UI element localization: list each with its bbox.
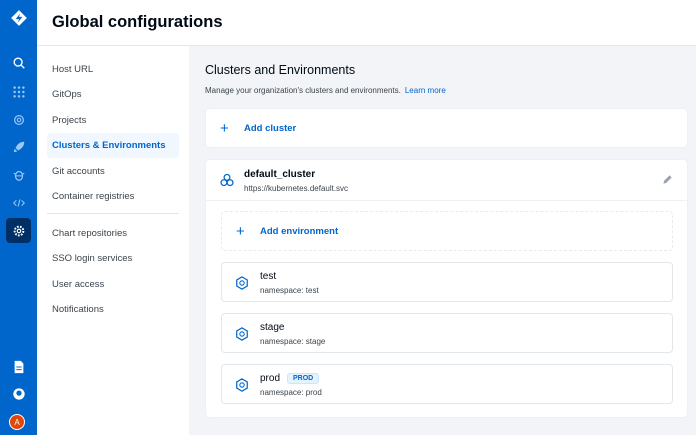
sidebar-item-gitops[interactable]: GitOps xyxy=(47,82,179,107)
cluster-icon xyxy=(220,173,234,187)
prod-badge: PROD xyxy=(287,373,320,384)
environment-name: prod xyxy=(260,373,281,384)
cluster-card: default_cluster https://kubernetes.defau… xyxy=(205,159,688,418)
environment-item[interactable]: stage namespace: stage xyxy=(221,313,673,353)
github-icon[interactable] xyxy=(6,381,31,406)
section-title: Clusters and Environments xyxy=(205,63,356,77)
add-environment-button[interactable]: + Add environment xyxy=(221,211,673,251)
sidebar-item-clusters-environments[interactable]: Clusters & Environments xyxy=(47,133,179,158)
environment-name: test xyxy=(260,271,277,282)
plus-icon: + xyxy=(220,119,229,137)
avatar[interactable]: A xyxy=(9,414,25,430)
code-icon[interactable] xyxy=(6,190,31,215)
sidebar-item-user-access[interactable]: User access xyxy=(47,272,179,297)
gear-icon[interactable] xyxy=(6,218,31,243)
search-icon[interactable] xyxy=(6,50,31,75)
sidebar-item-chart-repositories[interactable]: Chart repositories xyxy=(47,221,179,246)
environment-name: stage xyxy=(260,322,285,333)
logo-icon[interactable] xyxy=(6,5,31,30)
sidebar-item-container-registries[interactable]: Container registries xyxy=(47,184,179,209)
environment-icon xyxy=(236,276,248,290)
sidebar-item-host-url[interactable]: Host URL xyxy=(47,57,179,82)
nav-rail: A xyxy=(0,0,37,435)
learn-more-link[interactable]: Learn more xyxy=(405,86,446,95)
sidebar-item-notifications[interactable]: Notifications xyxy=(47,297,179,322)
edit-icon[interactable] xyxy=(662,174,673,185)
sidebar-item-git-accounts[interactable]: Git accounts xyxy=(47,159,179,184)
cluster-name: default_cluster xyxy=(244,169,316,180)
settings-sidebar: Host URL GitOps Projects Clusters & Envi… xyxy=(37,46,189,435)
environment-namespace: namespace: test xyxy=(260,286,319,295)
chart-store-icon[interactable] xyxy=(6,107,31,132)
page-header: Global configurations xyxy=(37,0,696,46)
cluster-url: https://kubernetes.default.svc xyxy=(244,184,349,193)
environment-namespace: namespace: prod xyxy=(260,388,322,397)
sidebar-item-sso-login[interactable]: SSO login services xyxy=(47,246,179,271)
bug-icon[interactable] xyxy=(6,162,31,187)
environment-icon xyxy=(236,327,248,341)
environment-namespace: namespace: stage xyxy=(260,337,326,346)
deploy-rocket-icon[interactable] xyxy=(6,134,31,159)
divider xyxy=(47,213,179,214)
environment-name-row: prod PROD xyxy=(260,373,320,384)
environment-icon xyxy=(236,378,248,392)
environment-item[interactable]: prod PROD namespace: prod xyxy=(221,364,673,404)
section-subtitle: Manage your organization's clusters and … xyxy=(205,86,446,95)
apps-icon[interactable] xyxy=(6,79,31,104)
sidebar-item-projects[interactable]: Projects xyxy=(47,108,179,133)
plus-icon: + xyxy=(236,222,245,240)
environment-item[interactable]: test namespace: test xyxy=(221,262,673,302)
page-title: Global configurations xyxy=(52,13,223,31)
docs-icon[interactable] xyxy=(6,354,31,379)
add-cluster-button[interactable]: + Add cluster xyxy=(205,108,688,148)
